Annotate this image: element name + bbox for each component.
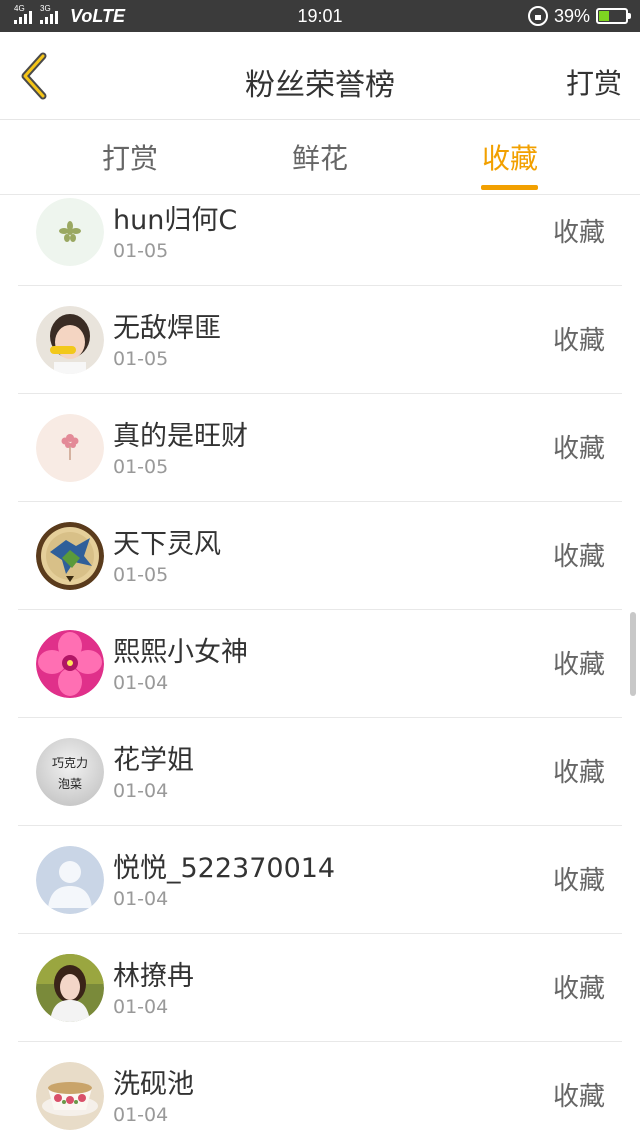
user-name: 洗砚池	[113, 1069, 194, 1100]
battery-icon	[596, 8, 631, 24]
favorite-label: 收藏	[552, 974, 605, 1004]
default-user-avatar	[36, 846, 104, 914]
favorite-label: 收藏	[552, 326, 605, 356]
user-name: 无敌焊匪	[113, 313, 221, 344]
teacup-avatar	[36, 1062, 104, 1130]
favorite-label: 收藏	[552, 542, 605, 572]
list-item[interactable]: 真的是旺财 01-05 收藏	[0, 394, 640, 502]
pink-bloom-avatar	[36, 630, 104, 698]
user-date: 01-04	[113, 780, 169, 802]
user-date: 01-04	[113, 888, 169, 910]
user-date: 01-05	[113, 564, 169, 586]
favorite-label: 收藏	[552, 866, 605, 896]
active-tab-indicator	[481, 185, 538, 190]
tab-reward[interactable]: 打赏	[60, 137, 200, 177]
child-photo-avatar	[36, 306, 104, 374]
user-date: 01-04	[113, 672, 169, 694]
rotation-lock-icon	[527, 6, 548, 26]
svg-text:巧克力: 巧克力	[52, 756, 88, 770]
user-name: 花学姐	[113, 745, 194, 776]
text-avatar: 巧克力 泡菜	[36, 738, 104, 806]
user-name: hun归何C	[113, 205, 238, 236]
dragon-badge-avatar	[36, 522, 104, 590]
status-bar: 4G 3G VoLTE 19:01 39%	[0, 0, 640, 32]
list-item[interactable]: 巧克力 泡菜 花学姐 01-04 收藏	[0, 718, 640, 826]
list-item[interactable]: 悦悦_522370014 01-04 收藏	[0, 826, 640, 934]
list-item[interactable]: 林撩冉 01-04 收藏	[0, 934, 640, 1042]
tab-flowers[interactable]: 鲜花	[250, 137, 390, 177]
favorite-label: 收藏	[552, 650, 605, 680]
reward-button[interactable]: 打赏	[566, 62, 622, 102]
user-name: 天下灵风	[113, 529, 221, 560]
fan-list[interactable]: hun归何C 01-05 收藏 无敌焊匪 01-05 收藏 真的是旺财 01-0	[0, 196, 640, 1138]
tab-bar: 打赏 鲜花 收藏	[0, 121, 640, 195]
user-date: 01-05	[113, 240, 169, 262]
user-name: 悦悦_522370014	[113, 853, 336, 884]
flower-sketch-avatar	[36, 198, 104, 266]
tab-favorites[interactable]: 收藏	[440, 137, 580, 177]
user-date: 01-05	[113, 348, 169, 370]
status-right: 39%	[527, 4, 631, 28]
list-item[interactable]: 无敌焊匪 01-05 收藏	[0, 286, 640, 394]
user-name: 林撩冉	[113, 961, 194, 992]
list-item[interactable]: 洗砚池 01-04 收藏	[0, 1042, 640, 1138]
favorite-label: 收藏	[552, 758, 605, 788]
pink-flower-avatar	[36, 414, 104, 482]
app-header: 粉丝荣誉榜 打赏	[0, 32, 640, 120]
user-name: 熙熙小女神	[113, 637, 248, 668]
user-date: 01-04	[113, 1104, 169, 1126]
list-item[interactable]: 熙熙小女神 01-04 收藏	[0, 610, 640, 718]
svg-text:泡菜: 泡菜	[58, 777, 82, 791]
favorite-label: 收藏	[552, 434, 605, 464]
scrollbar[interactable]	[630, 612, 636, 696]
favorite-label: 收藏	[552, 218, 605, 248]
user-date: 01-05	[113, 456, 169, 478]
girl-photo-avatar	[36, 954, 104, 1022]
page-title: 粉丝荣誉榜	[245, 68, 395, 103]
favorite-label: 收藏	[552, 1082, 605, 1112]
list-item[interactable]: hun归何C 01-05 收藏	[0, 196, 640, 286]
list-item[interactable]: 天下灵风 01-05 收藏	[0, 502, 640, 610]
user-name: 真的是旺财	[113, 421, 248, 452]
user-date: 01-04	[113, 996, 169, 1018]
battery-percent: 39%	[553, 5, 590, 26]
